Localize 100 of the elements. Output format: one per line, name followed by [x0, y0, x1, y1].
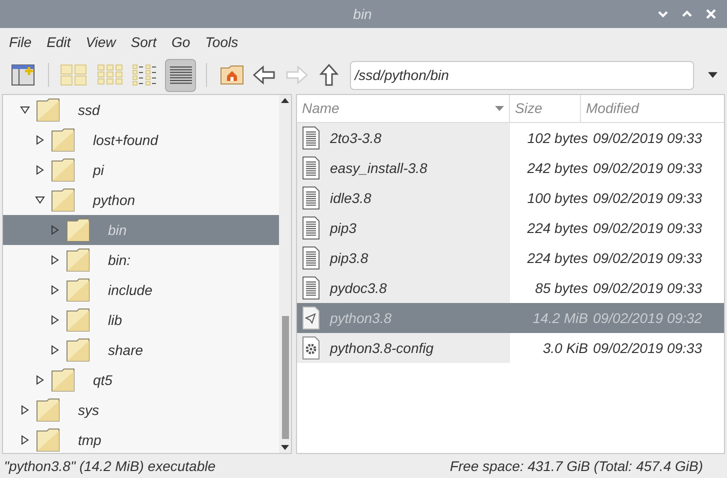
folder-name: share	[108, 340, 144, 360]
menu-item[interactable]: Sort	[130, 32, 156, 52]
home-folder-icon	[220, 65, 244, 85]
file-name: 2to3-3.8	[330, 128, 382, 148]
tree-item[interactable]: pi	[3, 155, 279, 185]
folder-name: bin	[108, 220, 127, 240]
collapse-arrow-icon[interactable]	[35, 195, 45, 205]
text-file-icon	[302, 126, 320, 150]
file-row[interactable]: easy_install-3.8 242 bytes 09/02/2019 09:33	[297, 153, 724, 183]
gear-file-icon	[302, 336, 320, 360]
folder-name: sys	[78, 400, 99, 420]
column-header[interactable]: Modified	[581, 95, 724, 122]
compact-view-icon	[132, 64, 158, 86]
expand-arrow-icon[interactable]	[20, 435, 30, 445]
executable-file-icon	[302, 306, 320, 330]
file-name: python3.8-config	[330, 338, 434, 358]
folder-name: lib	[108, 310, 122, 330]
file-name: idle3.8	[330, 188, 372, 208]
text-file-icon	[302, 186, 320, 210]
file-row[interactable]: idle3.8 100 bytes 09/02/2019 09:33	[297, 183, 724, 213]
scroll-thumb[interactable]	[282, 316, 288, 439]
menu-item[interactable]: File	[9, 32, 32, 52]
file-modified: 09/02/2019 09:33	[593, 278, 702, 298]
small-icons-view-icon	[96, 64, 123, 86]
file-row[interactable]: python3.8-config 3.0 KiB 09/02/2019 09:33	[297, 333, 724, 363]
file-name: pydoc3.8	[330, 278, 387, 298]
column-header[interactable]: Name	[297, 95, 510, 122]
folder-name: include	[108, 280, 152, 300]
expand-arrow-icon[interactable]	[50, 255, 60, 265]
expand-arrow-icon[interactable]	[50, 315, 60, 325]
file-modified: 09/02/2019 09:33	[593, 338, 702, 358]
forward-arrow-icon	[284, 65, 309, 85]
expand-arrow-icon[interactable]	[50, 345, 60, 355]
back-arrow-icon	[252, 65, 276, 85]
file-size: 224 bytes	[526, 248, 588, 268]
file-size: 85 bytes	[534, 278, 588, 298]
expand-arrow-icon[interactable]	[35, 135, 45, 145]
file-name: pip3	[330, 218, 356, 238]
column-title: Name	[302, 99, 340, 118]
tree-item[interactable]: lost+found	[3, 125, 279, 155]
scrollbar[interactable]	[279, 95, 291, 453]
up-arrow-icon	[319, 63, 340, 87]
scroll-down-icon[interactable]	[281, 445, 289, 450]
tree-item[interactable]: tmp	[3, 425, 279, 453]
file-modified: 09/02/2019 09:32	[593, 308, 702, 328]
close-icon[interactable]	[705, 9, 717, 19]
tree-item[interactable]: bin:	[3, 245, 279, 275]
sort-arrow-icon	[495, 106, 504, 111]
status-selection: "python3.8" (14.2 MiB) executable	[4, 456, 216, 476]
text-file-icon	[302, 216, 320, 240]
menu-item[interactable]: Go	[171, 32, 190, 52]
file-name: pip3.8	[330, 248, 368, 268]
file-row[interactable]: pip3 224 bytes 09/02/2019 09:33	[297, 213, 724, 243]
file-size: 14.2 MiB	[532, 308, 588, 328]
collapse-arrow-icon[interactable]	[20, 105, 30, 115]
tree-item[interactable]: sys	[3, 395, 279, 425]
file-row[interactable]: 2to3-3.8 102 bytes 09/02/2019 09:33	[297, 123, 724, 153]
detailed-list-view-icon	[168, 65, 193, 85]
folder-name: qt5	[93, 370, 112, 390]
expand-arrow-icon[interactable]	[50, 285, 60, 295]
tree-item[interactable]: qt5	[3, 365, 279, 395]
text-file-icon	[302, 276, 320, 300]
maximize-icon[interactable]	[681, 9, 693, 19]
file-modified: 09/02/2019 09:33	[593, 158, 702, 178]
scroll-up-icon[interactable]	[281, 98, 289, 103]
text-file-icon	[302, 246, 320, 270]
tree-item[interactable]: share	[3, 335, 279, 365]
tree-item[interactable]: python	[3, 185, 279, 215]
folder-name: pi	[93, 160, 104, 180]
expand-arrow-icon[interactable]	[35, 375, 45, 385]
dropdown-arrow-icon[interactable]	[708, 72, 718, 78]
folder-name: lost+found	[93, 130, 158, 150]
tree-item[interactable]: include	[3, 275, 279, 305]
file-size: 242 bytes	[526, 158, 588, 178]
menu-item[interactable]: Edit	[46, 32, 71, 52]
file-name: easy_install-3.8	[330, 158, 428, 178]
folder-name: tmp	[78, 430, 102, 450]
menu-item[interactable]: Tools	[205, 32, 238, 52]
file-row[interactable]: pydoc3.8 85 bytes 09/02/2019 09:33	[297, 273, 724, 303]
file-size: 100 bytes	[526, 188, 588, 208]
view-mode-button[interactable]	[164, 58, 196, 92]
large-icons-view-icon	[60, 64, 88, 86]
file-size: 102 bytes	[526, 128, 588, 148]
tree-item[interactable]: lib	[3, 305, 279, 335]
file-modified: 09/02/2019 09:33	[593, 188, 702, 208]
menu-item[interactable]: View	[86, 32, 116, 52]
file-modified: 09/02/2019 09:33	[593, 128, 702, 148]
window-title: bin	[353, 4, 373, 24]
file-size: 3.0 KiB	[542, 338, 588, 358]
expand-arrow-icon[interactable]	[20, 405, 30, 415]
new-window-icon	[11, 64, 36, 86]
tree-item[interactable]: ssd	[3, 95, 279, 125]
file-row[interactable]: pip3.8 224 bytes 09/02/2019 09:33	[297, 243, 724, 273]
file-modified: 09/02/2019 09:33	[593, 248, 702, 268]
column-header[interactable]: Size	[510, 95, 581, 122]
expand-arrow-icon[interactable]	[35, 165, 45, 175]
file-size: 224 bytes	[526, 218, 588, 238]
minimize-icon[interactable]	[657, 9, 669, 19]
path-field[interactable]: /ssd/python/bin	[350, 60, 694, 90]
file-modified: 09/02/2019 09:33	[593, 218, 702, 238]
